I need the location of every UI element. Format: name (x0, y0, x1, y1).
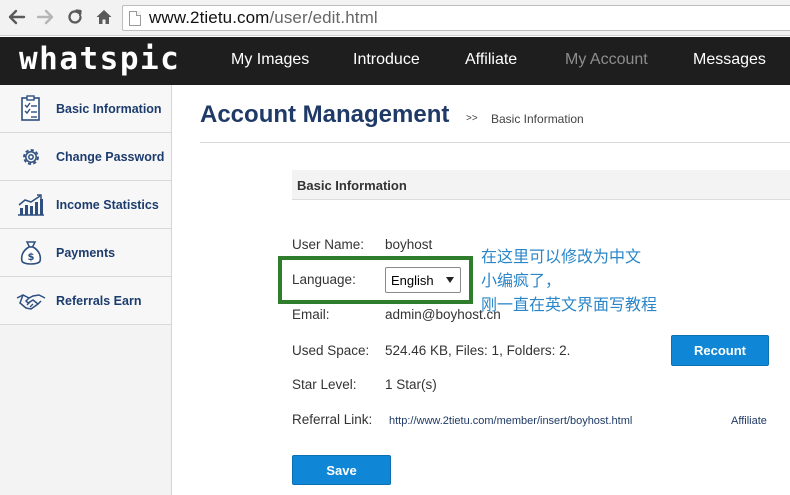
form-icon (16, 95, 46, 122)
sidebar-item-label: Payments (56, 245, 116, 260)
back-button[interactable] (6, 6, 28, 28)
url-path: /user/edit.html (269, 8, 378, 27)
email-label: Email: (292, 307, 330, 322)
section-header: Basic Information (292, 170, 790, 200)
site-header: whatspic My Images Introduce Affiliate M… (0, 37, 790, 85)
sidebar-item-basic-information[interactable]: Basic Information (0, 85, 171, 133)
address-bar[interactable]: www.2tietu.com/user/edit.html (122, 5, 790, 31)
url-text: www.2tietu.com/user/edit.html (149, 8, 378, 28)
annotation-line-3: 刚一直在英文界面写教程 (481, 297, 658, 314)
breadcrumb-separator: >> (466, 113, 478, 124)
annotation-line-1: 在这里可以修改为中文 (481, 249, 642, 266)
back-arrow-icon (8, 9, 26, 25)
svg-text:$: $ (28, 252, 35, 263)
sidebar-item-label: Income Statistics (56, 197, 159, 212)
username-value: boyhost (385, 237, 433, 252)
section-title: Basic Information (297, 178, 407, 193)
money-bag-icon: $ (16, 240, 46, 266)
title-divider (200, 142, 790, 143)
save-button[interactable]: Save (292, 455, 391, 485)
affiliate-link[interactable]: Affiliate (731, 415, 767, 427)
recount-button[interactable]: Recount (671, 335, 769, 366)
reload-button[interactable] (64, 6, 86, 28)
handshake-icon (16, 288, 46, 314)
sidebar-item-referrals-earn[interactable]: Referrals Earn (0, 277, 171, 325)
referral-link[interactable]: http://www.2tietu.com/member/insert/boyh… (389, 415, 632, 427)
used-space-value: 524.46 KB, Files: 1, Folders: 2. (385, 343, 571, 358)
browser-toolbar: www.2tietu.com/user/edit.html (0, 0, 790, 36)
nav-messages[interactable]: Messages (693, 51, 766, 69)
forward-button[interactable] (34, 6, 56, 28)
nav-my-images[interactable]: My Images (231, 51, 309, 69)
email-value: admin@boyhost.cn (385, 307, 501, 322)
sidebar-item-change-password[interactable]: Change Password (0, 133, 171, 181)
home-icon (96, 10, 112, 24)
breadcrumb: Basic Information (491, 112, 584, 126)
page-icon (129, 10, 141, 26)
sidebar-item-income-statistics[interactable]: Income Statistics (0, 181, 171, 229)
sidebar-item-label: Basic Information (56, 101, 162, 116)
sidebar-item-label: Change Password (56, 149, 165, 164)
referral-link-label: Referral Link: (292, 412, 373, 427)
site-logo[interactable]: whatspic (19, 41, 180, 77)
sidebar-item-payments[interactable]: $ Payments (0, 229, 171, 277)
used-space-label: Used Space: (292, 343, 370, 358)
sidebar: Basic Information Change Password Income… (0, 85, 172, 495)
star-level-value: 1 Star(s) (385, 377, 437, 392)
page-title: Account Management (200, 101, 450, 128)
nav-affiliate[interactable]: Affiliate (465, 51, 517, 69)
home-button[interactable] (93, 6, 115, 28)
username-label: User Name: (292, 237, 365, 252)
star-level-label: Star Level: (292, 377, 357, 392)
nav-my-account[interactable]: My Account (565, 51, 648, 69)
highlight-box (278, 256, 473, 304)
url-host: www.2tietu.com (149, 8, 270, 27)
nav-introduce[interactable]: Introduce (353, 51, 420, 69)
chart-icon (16, 192, 46, 218)
reload-icon (68, 9, 82, 24)
gear-icon (16, 144, 46, 170)
annotation-line-2: 小编疯了， (481, 273, 562, 290)
forward-arrow-icon (36, 9, 54, 25)
sidebar-item-label: Referrals Earn (56, 293, 142, 308)
